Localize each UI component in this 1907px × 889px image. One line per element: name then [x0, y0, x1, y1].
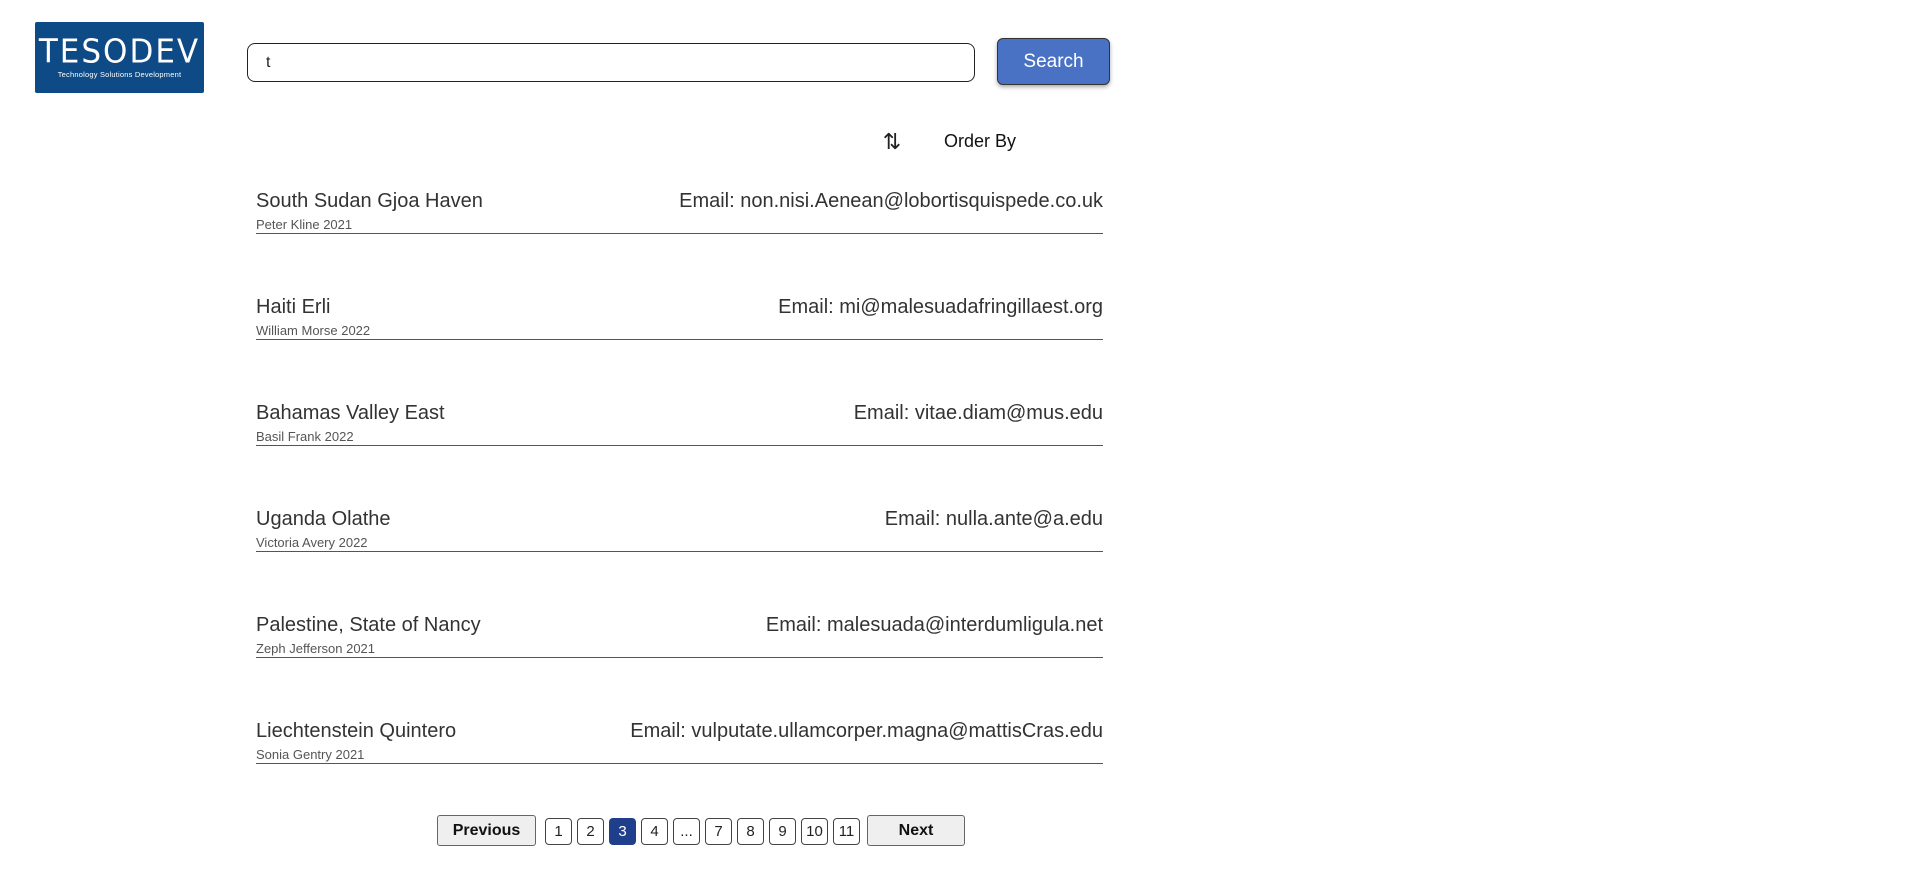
- page-button-8[interactable]: 8: [737, 818, 764, 845]
- result-title: Uganda Olathe: [256, 508, 391, 530]
- result-subtitle: Victoria Avery 2022: [256, 535, 368, 550]
- list-item[interactable]: Palestine, State of Nancy Zeph Jefferson…: [256, 602, 1103, 658]
- previous-button[interactable]: Previous: [437, 815, 536, 846]
- list-item[interactable]: Liechtenstein Quintero Sonia Gentry 2021…: [256, 708, 1103, 764]
- result-email: Email: non.nisi.Aenean@lobortisquispede.…: [679, 190, 1103, 212]
- page-button-11[interactable]: 11: [833, 818, 860, 845]
- result-email: Email: vitae.diam@mus.edu: [853, 402, 1103, 424]
- list-item[interactable]: South Sudan Gjoa Haven Peter Kline 2021 …: [256, 178, 1103, 234]
- result-email: Email: nulla.ante@a.edu: [884, 508, 1103, 530]
- page-button-3[interactable]: 3: [609, 818, 636, 845]
- list-item[interactable]: Bahamas Valley East Basil Frank 2022 Ema…: [256, 390, 1103, 446]
- result-title: Palestine, State of Nancy: [256, 614, 481, 636]
- page-button-7[interactable]: 7: [705, 818, 732, 845]
- list-item[interactable]: Haiti Erli William Morse 2022 Email: mi@…: [256, 284, 1103, 340]
- result-subtitle: Zeph Jefferson 2021: [256, 641, 376, 656]
- order-by-button[interactable]: Order By: [944, 131, 1016, 152]
- result-email: Email: mi@malesuadafringillaest.org: [778, 296, 1103, 318]
- result-title: Haiti Erli: [256, 296, 331, 318]
- result-subtitle: William Morse 2022: [256, 323, 371, 338]
- result-title: South Sudan Gjoa Haven: [256, 190, 483, 212]
- result-title: Liechtenstein Quintero: [256, 720, 457, 742]
- page-ellipsis: ...: [673, 818, 700, 845]
- search-button[interactable]: Search: [997, 38, 1110, 85]
- result-subtitle: Basil Frank 2022: [256, 429, 354, 444]
- result-subtitle: Peter Kline 2021: [256, 217, 353, 232]
- result-title: Bahamas Valley East: [256, 402, 445, 424]
- page-button-4[interactable]: 4: [641, 818, 668, 845]
- result-email: Email: malesuada@interdumligula.net: [765, 614, 1103, 636]
- result-subtitle: Sonia Gentry 2021: [256, 747, 365, 762]
- page-button-9[interactable]: 9: [769, 818, 796, 845]
- sort-arrows-icon[interactable]: ⇅: [876, 128, 902, 158]
- tesodev-logo[interactable]: TESODEV Technology Solutions Development: [35, 22, 204, 93]
- result-email: Email: vulputate.ullamcorper.magna@matti…: [630, 720, 1103, 742]
- list-item[interactable]: Uganda Olathe Victoria Avery 2022 Email:…: [256, 496, 1103, 552]
- results-list: South Sudan Gjoa Haven Peter Kline 2021 …: [256, 178, 1103, 814]
- page-button-2[interactable]: 2: [577, 818, 604, 845]
- next-button[interactable]: Next: [867, 815, 965, 846]
- search-input[interactable]: [247, 43, 975, 82]
- logo-wordmark: TESODEV: [38, 32, 201, 71]
- page-button-10[interactable]: 10: [801, 818, 828, 845]
- page-button-1[interactable]: 1: [545, 818, 572, 845]
- logo-tagline: Technology Solutions Development: [57, 69, 182, 79]
